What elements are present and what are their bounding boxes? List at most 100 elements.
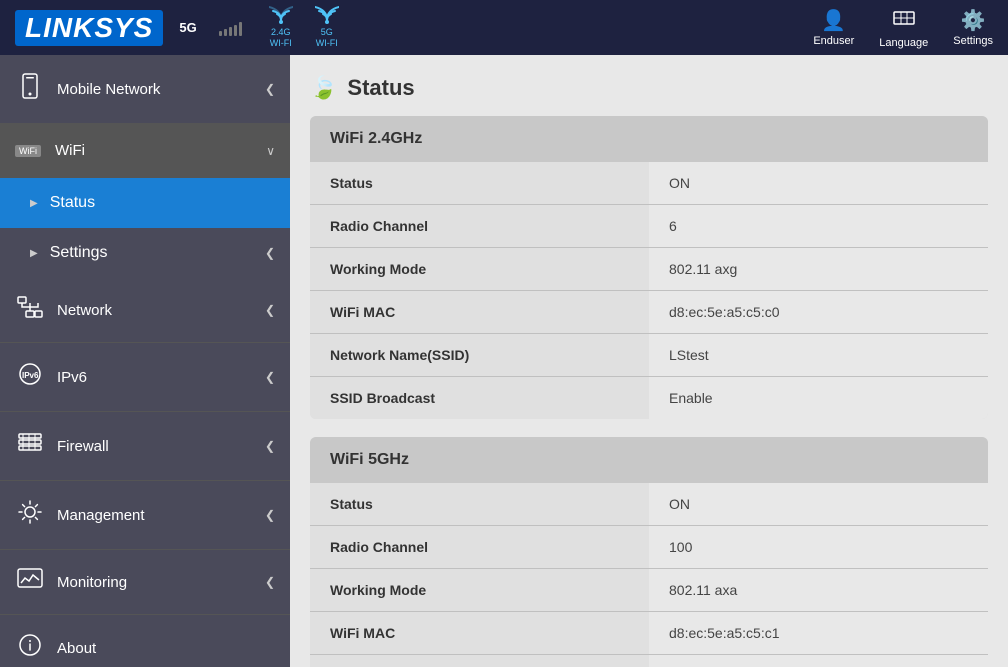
table-row: WiFi MAC d8:ec:5e:a5:c5:c0 [310, 290, 988, 333]
wifi-chevron: ∨ [266, 144, 275, 158]
row-label: Status [310, 483, 649, 525]
network-type-label: 5G [179, 20, 196, 35]
sidebar-item-ipv6[interactable]: IPv6 IPv6 ❮ [0, 343, 290, 412]
network-chevron: ❮ [265, 303, 275, 317]
info-icon [15, 633, 45, 663]
table-row: Status ON [310, 483, 988, 525]
enduser-label: Enduser [813, 35, 854, 47]
row-label: Working Mode [310, 569, 649, 611]
table-row: Network Name(SSID) LStest [310, 333, 988, 376]
settings-wifi-chevron: ❮ [265, 246, 275, 260]
row-label: Network Name(SSID) [310, 334, 649, 376]
mobile-network-label: Mobile Network [57, 81, 253, 98]
row-value: LStest [649, 655, 988, 667]
status-label: Status [50, 194, 95, 212]
header-left: LINKSYS 5G 2.4GWI-FI [15, 6, 339, 49]
row-value: 6 [649, 205, 988, 247]
firewall-label: Firewall [57, 438, 253, 455]
row-label: WiFi MAC [310, 612, 649, 654]
table-row: WiFi MAC d8:ec:5e:a5:c5:c1 [310, 611, 988, 654]
leaf-icon: 🍃 [310, 75, 337, 101]
status-arrow: ▶ [30, 198, 38, 209]
wifi-5g-card: WiFi 5GHz Status ON Radio Channel 100 Wo… [310, 437, 988, 667]
settings-arrow: ▶ [30, 248, 38, 259]
layout: Mobile Network ❮ WiFi WiFi ∨ ▶ Status ▶ … [0, 55, 1008, 667]
row-value: d8:ec:5e:a5:c5:c1 [649, 612, 988, 654]
sidebar-item-mobile-network[interactable]: Mobile Network ❮ [0, 55, 290, 124]
row-value: ON [649, 162, 988, 204]
sidebar-item-firewall[interactable]: Firewall ❮ [0, 412, 290, 481]
monitoring-icon [15, 568, 45, 596]
row-value: LStest [649, 334, 988, 376]
table-row: Network Name(SSID) LStest [310, 654, 988, 667]
wifi-24-rows: Status ON Radio Channel 6 Working Mode 8… [310, 162, 988, 419]
table-row: Radio Channel 6 [310, 204, 988, 247]
row-label: SSID Broadcast [310, 377, 649, 419]
table-row: SSID Broadcast Enable [310, 376, 988, 419]
settings-label: Settings [953, 35, 993, 47]
sidebar-sub-item-settings[interactable]: ▶ Settings ❮ [0, 228, 290, 278]
sidebar-item-wifi[interactable]: WiFi WiFi ∨ [0, 124, 290, 178]
sidebar-item-about[interactable]: About [0, 615, 290, 667]
wifi-label: WiFi [55, 142, 254, 159]
row-value: Enable [649, 377, 988, 419]
table-row: Working Mode 802.11 axa [310, 568, 988, 611]
table-row: Working Mode 802.11 axg [310, 247, 988, 290]
row-label: WiFi MAC [310, 291, 649, 333]
firewall-icon [15, 430, 45, 462]
table-row: Radio Channel 100 [310, 525, 988, 568]
management-chevron: ❮ [265, 508, 275, 522]
network-icon [15, 296, 45, 324]
page-header: 🍃 Status [310, 75, 988, 101]
linksys-logo: LINKSYS [15, 10, 163, 46]
about-label: About [57, 640, 275, 657]
wifi-5g-label: 5GWI-FI [316, 27, 338, 49]
ipv6-icon: IPv6 [15, 361, 45, 393]
wifi-5g-signal: 5GWI-FI [315, 6, 339, 49]
row-value: 802.11 axa [649, 569, 988, 611]
wifi-24g-icon [269, 6, 293, 26]
wifi-24g-label: 2.4GWI-FI [270, 27, 292, 49]
sidebar-item-monitoring[interactable]: Monitoring ❮ [0, 550, 290, 615]
row-label: Status [310, 162, 649, 204]
firewall-chevron: ❮ [265, 439, 275, 453]
settings-action[interactable]: ⚙️ Settings [953, 8, 993, 47]
wifi-24-card-header: WiFi 2.4GHz [310, 116, 988, 162]
enduser-action[interactable]: 👤 Enduser [813, 8, 854, 47]
management-label: Management [57, 507, 253, 524]
gear-icon: ⚙️ [961, 8, 986, 33]
language-label: Language [879, 37, 928, 49]
sidebar-sub-item-status[interactable]: ▶ Status [0, 178, 290, 228]
table-row: Status ON [310, 162, 988, 204]
sidebar-item-network[interactable]: Network ❮ [0, 278, 290, 343]
ipv6-label: IPv6 [57, 369, 253, 386]
settings-wifi-label: Settings [50, 244, 253, 262]
language-action[interactable]: Language [879, 7, 928, 49]
header: LINKSYS 5G 2.4GWI-FI [0, 0, 1008, 55]
wifi-5g-rows: Status ON Radio Channel 100 Working Mode… [310, 483, 988, 667]
svg-text:IPv6: IPv6 [22, 371, 39, 380]
sidebar-item-management[interactable]: Management ❮ [0, 481, 290, 550]
monitoring-label: Monitoring [57, 574, 253, 591]
wifi-5g-card-header: WiFi 5GHz [310, 437, 988, 483]
user-icon: 👤 [821, 8, 846, 33]
ipv6-chevron: ❮ [265, 370, 275, 384]
main-content: 🍃 Status WiFi 2.4GHz Status ON Radio Cha… [290, 55, 1008, 667]
row-value: ON [649, 483, 988, 525]
row-label: Radio Channel [310, 205, 649, 247]
mobile-icon [15, 73, 45, 105]
wifi-badge: WiFi [15, 145, 41, 157]
row-label: Radio Channel [310, 526, 649, 568]
wifi-24-card: WiFi 2.4GHz Status ON Radio Channel 6 Wo… [310, 116, 988, 419]
wifi-24g-signal: 2.4GWI-FI [269, 6, 293, 49]
sidebar: Mobile Network ❮ WiFi WiFi ∨ ▶ Status ▶ … [0, 55, 290, 667]
globe-icon [893, 7, 915, 35]
mobile-network-chevron: ❮ [265, 82, 275, 96]
header-right: 👤 Enduser Language ⚙️ Settings [813, 7, 993, 49]
wifi-5g-icon [315, 6, 339, 26]
monitoring-chevron: ❮ [265, 575, 275, 589]
row-value: d8:ec:5e:a5:c5:c0 [649, 291, 988, 333]
network-label: Network [57, 302, 253, 319]
row-value: 802.11 axg [649, 248, 988, 290]
row-label: Working Mode [310, 248, 649, 290]
